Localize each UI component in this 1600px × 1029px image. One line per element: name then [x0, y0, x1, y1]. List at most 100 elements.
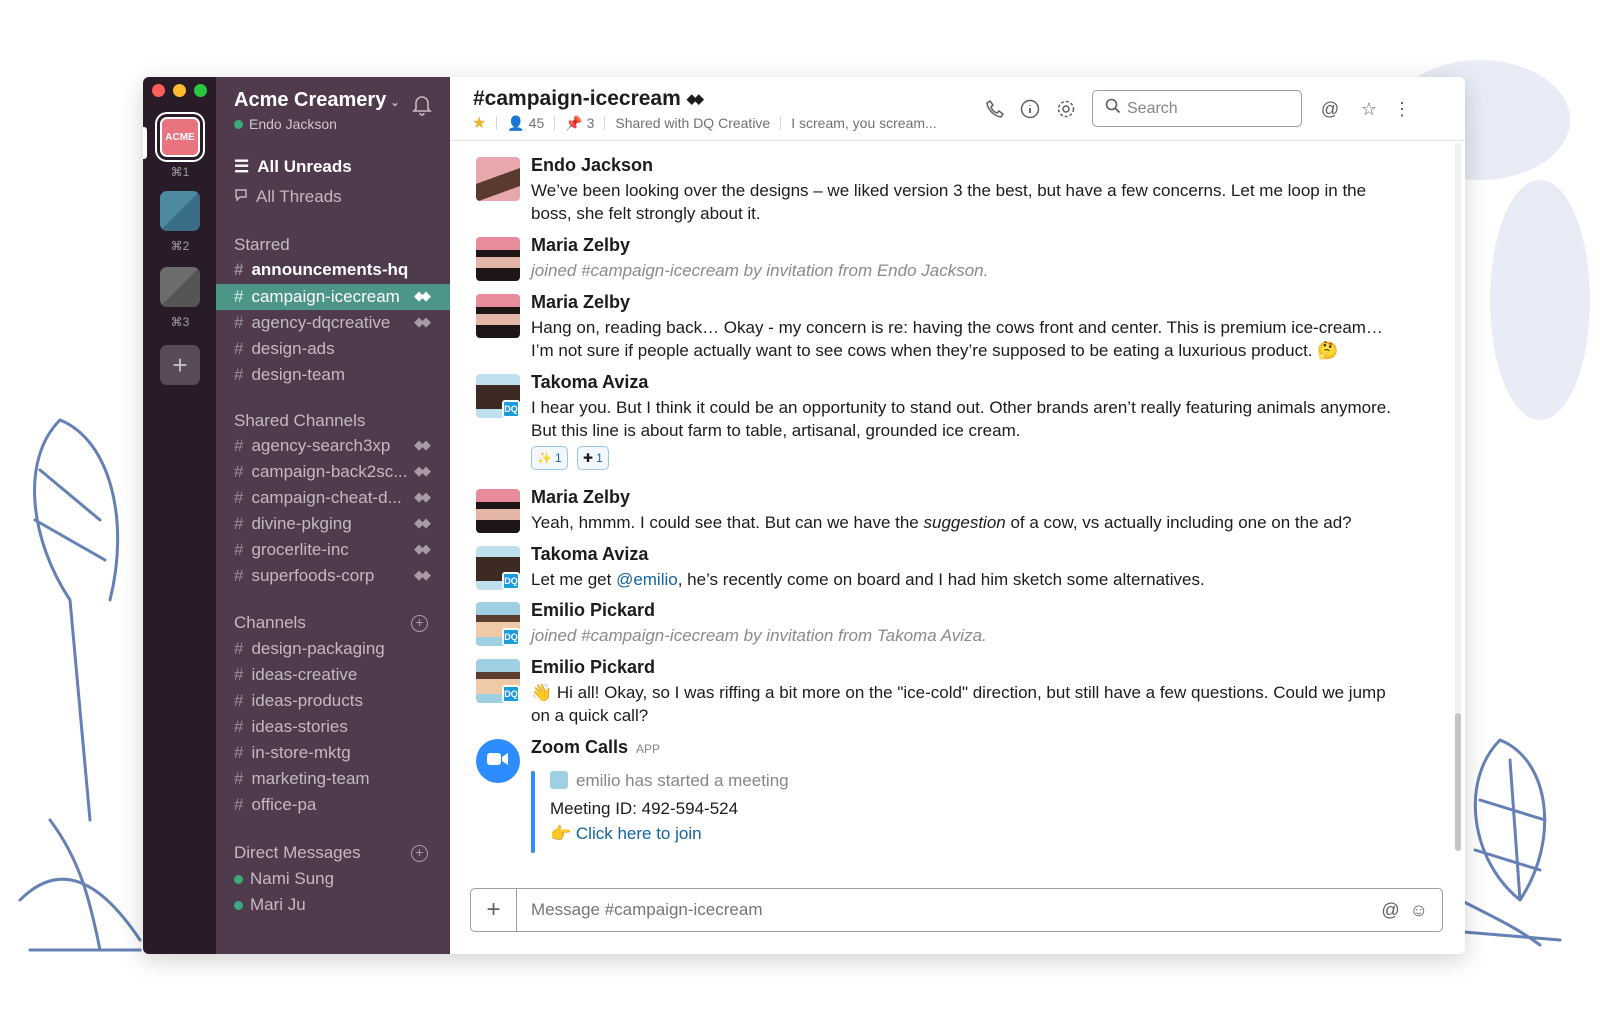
- channel-superfoods-corp[interactable]: # superfoods-corp ◆◆: [216, 563, 450, 589]
- sparkles-icon: ✨: [537, 451, 552, 465]
- team-2[interactable]: ⌘2: [160, 191, 200, 253]
- channel-agency-dqcreative[interactable]: # agency-dqcreative ◆◆: [216, 310, 450, 336]
- message-author[interactable]: Emilio Pickard: [531, 600, 655, 621]
- message-input[interactable]: [517, 889, 1382, 931]
- channel-campaign-icecream[interactable]: # campaign-icecream ◆◆: [216, 284, 450, 310]
- channel-divine-pkging[interactable]: # divine-pkging ◆◆: [216, 511, 450, 537]
- channel-agency-search3xp[interactable]: # agency-search3xp ◆◆: [216, 433, 450, 459]
- dm-nami-sung[interactable]: Nami Sung: [234, 869, 334, 889]
- hash-icon: #: [234, 436, 244, 455]
- close-window-button[interactable]: [152, 84, 165, 97]
- more-icon[interactable]: ⋮: [1390, 97, 1414, 121]
- reaction-plus[interactable]: ✚ 1: [577, 446, 609, 470]
- channel-header: #campaign-icecream ◆◆ ★ 👤 45 📌 3 Shared w…: [450, 77, 1465, 141]
- add-channel-button[interactable]: +: [411, 615, 428, 632]
- dm-mari-ju[interactable]: Mari Ju: [234, 895, 306, 915]
- message-author[interactable]: Maria Zelby: [531, 235, 630, 256]
- channel-name: superfoods-corp: [251, 566, 375, 585]
- text-emphasis: suggestion: [923, 513, 1006, 532]
- add-team-button[interactable]: +: [160, 345, 200, 385]
- add-dm-button[interactable]: +: [411, 845, 428, 862]
- emoji-icon[interactable]: ☺: [1410, 900, 1428, 921]
- avatar[interactable]: [476, 489, 520, 533]
- avatar[interactable]: [476, 294, 520, 338]
- channel-campaign-cheat-day[interactable]: # campaign-cheat-d... ◆◆: [216, 485, 450, 511]
- channel-ideas-stories[interactable]: # ideas-stories: [216, 714, 450, 740]
- star-outline-icon[interactable]: ☆: [1357, 97, 1381, 121]
- bell-icon[interactable]: [412, 94, 432, 121]
- section-direct-messages[interactable]: Direct Messages: [234, 843, 361, 863]
- shared-with[interactable]: Shared with DQ Creative: [615, 115, 770, 131]
- message-author[interactable]: Emilio Pickard: [531, 657, 655, 678]
- hash-icon: #: [234, 260, 244, 279]
- channel-in-store-mktg[interactable]: # in-store-mktg: [216, 740, 450, 766]
- shared-channel-icon: ◆◆: [686, 91, 704, 106]
- message-author[interactable]: Maria Zelby: [531, 487, 630, 508]
- mention-icon[interactable]: @: [1381, 900, 1399, 921]
- channel-ideas-creative[interactable]: # ideas-creative: [216, 662, 450, 688]
- avatar[interactable]: [476, 237, 520, 281]
- hash-icon: #: [234, 566, 244, 585]
- join-message: joined #campaign-icecream by invitation …: [531, 626, 987, 645]
- attach-button[interactable]: +: [471, 889, 517, 931]
- gear-icon[interactable]: [1054, 97, 1078, 121]
- message-text: Yeah, hmmm. I could see that. But can we…: [531, 511, 1401, 534]
- search-icon: [1105, 98, 1121, 119]
- message-author[interactable]: Endo Jackson: [531, 155, 653, 176]
- channel-title[interactable]: #campaign-icecream ◆◆: [473, 87, 704, 111]
- section-channels[interactable]: Channels: [234, 613, 306, 633]
- star-icon[interactable]: ★: [472, 113, 486, 133]
- info-icon[interactable]: [1018, 97, 1042, 121]
- channel-office-pa[interactable]: # office-pa: [216, 792, 450, 818]
- nav-all-unreads[interactable]: ☰ All Unreads: [234, 157, 352, 177]
- channel-design-ads[interactable]: # design-ads: [216, 336, 450, 362]
- channel-design-team[interactable]: # design-team: [216, 362, 450, 388]
- section-starred[interactable]: Starred: [234, 235, 290, 255]
- channel-announcements-hq[interactable]: # announcements-hq: [216, 257, 450, 283]
- shared-channel-icon: ◆◆: [414, 489, 431, 504]
- scrollbar-thumb[interactable]: [1455, 713, 1461, 851]
- search-input[interactable]: Search: [1092, 90, 1302, 127]
- avatar[interactable]: DQ: [476, 659, 520, 703]
- channel-grocerlite-inc[interactable]: # grocerlite-inc ◆◆: [216, 537, 450, 563]
- channel-meta: ★ 👤 45 📌 3 Shared with DQ Creative I scr…: [472, 113, 937, 133]
- message-author[interactable]: Takoma Aviza: [531, 544, 648, 565]
- channel-campaign-back2school[interactable]: # campaign-back2sc... ◆◆: [216, 459, 450, 485]
- minimize-window-button[interactable]: [173, 84, 186, 97]
- team-3[interactable]: ⌘3: [160, 267, 200, 329]
- maximize-window-button[interactable]: [194, 84, 207, 97]
- channel-name: in-store-mktg: [251, 743, 351, 762]
- search-placeholder: Search: [1127, 99, 1178, 117]
- active-team-indicator: [143, 127, 147, 159]
- join-meeting-link[interactable]: 👉 Click here to join: [550, 824, 702, 844]
- user-mention[interactable]: @emilio: [616, 570, 678, 589]
- message-text: We’ve been looking over the designs – we…: [531, 181, 1367, 223]
- avatar[interactable]: DQ: [476, 602, 520, 646]
- avatar[interactable]: DQ: [476, 374, 520, 418]
- hash-icon: #: [234, 540, 244, 559]
- team-acme[interactable]: ACME ⌘1: [160, 117, 200, 179]
- message-author[interactable]: Zoom Calls APP: [531, 737, 660, 758]
- channel-ideas-products[interactable]: # ideas-products: [216, 688, 450, 714]
- hash-icon: #: [234, 514, 244, 533]
- hash-icon: #: [234, 743, 244, 762]
- avatar[interactable]: [476, 739, 520, 783]
- shared-channel-icon: ◆◆: [414, 437, 431, 452]
- member-count[interactable]: 45: [529, 115, 545, 131]
- reaction-sparkles[interactable]: ✨ 1: [531, 446, 568, 470]
- nav-all-threads[interactable]: All Threads: [234, 187, 342, 207]
- avatar[interactable]: DQ: [476, 546, 520, 590]
- section-shared-channels[interactable]: Shared Channels: [234, 411, 365, 431]
- phone-icon[interactable]: [983, 97, 1007, 121]
- channel-topic[interactable]: I scream, you scream...: [791, 115, 936, 131]
- hash-icon: #: [234, 287, 244, 306]
- mentions-icon[interactable]: @: [1318, 97, 1342, 121]
- channel-design-packaging[interactable]: # design-packaging: [216, 636, 450, 662]
- avatar[interactable]: [476, 157, 520, 201]
- message-author[interactable]: Takoma Aviza: [531, 372, 648, 393]
- pinned-count[interactable]: 3: [587, 115, 595, 131]
- channel-marketing-team[interactable]: # marketing-team: [216, 766, 450, 792]
- workspace-menu[interactable]: Acme Creamery ⌄: [234, 89, 400, 112]
- text-part: of a cow, vs actually including one on t…: [1005, 513, 1352, 532]
- message-author[interactable]: Maria Zelby: [531, 292, 630, 313]
